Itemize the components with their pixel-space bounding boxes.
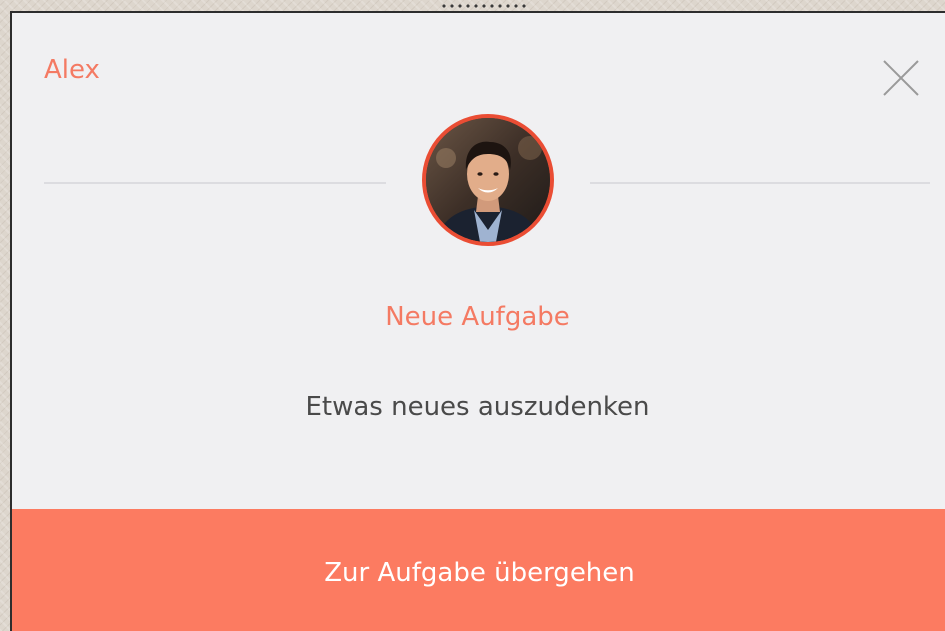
task-title: Neue Aufgabe — [385, 302, 570, 332]
close-icon — [883, 60, 919, 96]
user-photo-avatar — [426, 118, 550, 242]
task-description: Etwas neues auszudenken — [305, 392, 650, 422]
divider-left — [44, 182, 386, 184]
task-notification-dialog: Alex Neue Aufgabe Etwas neues auszudenke… — [10, 11, 945, 631]
divider-right — [590, 182, 930, 184]
sender-name: Alex — [44, 55, 100, 85]
close-button[interactable] — [880, 57, 922, 99]
go-to-task-label: Zur Aufgabe übergehen — [324, 558, 635, 588]
avatar — [422, 114, 554, 246]
go-to-task-button[interactable]: Zur Aufgabe übergehen — [12, 509, 945, 631]
